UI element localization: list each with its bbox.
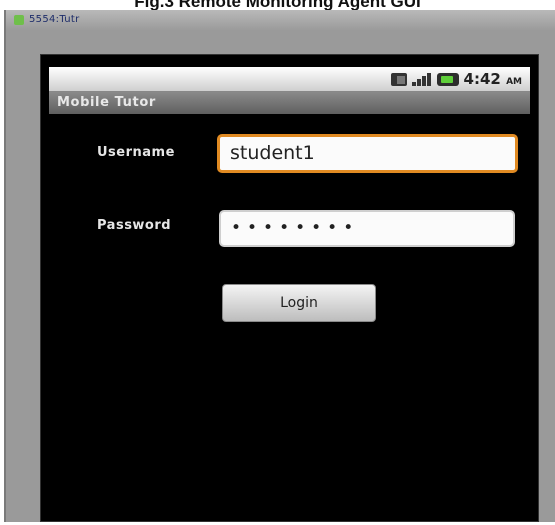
status-icons: 4:42 AM xyxy=(390,69,522,89)
app-title: Mobile Tutor xyxy=(57,95,156,110)
login-button[interactable]: Login xyxy=(222,284,376,322)
username-label: Username xyxy=(97,145,175,160)
username-value: student1 xyxy=(230,142,315,164)
password-label: Password xyxy=(97,218,172,233)
emulator-title: 5554:Tutr xyxy=(29,14,80,25)
emulator-window: 5554:Tutr 4:42 AM Mobile Tutor Username … xyxy=(4,10,555,522)
battery-icon xyxy=(436,72,459,86)
clock-ampm: AM xyxy=(506,77,522,87)
signal-icon xyxy=(411,72,432,86)
sd-card-icon xyxy=(390,72,407,86)
status-bar: 4:42 AM xyxy=(49,67,530,92)
app-title-bar: Mobile Tutor xyxy=(49,92,530,114)
username-input[interactable]: student1 xyxy=(217,134,518,173)
emulator-titlebar[interactable]: 5554:Tutr xyxy=(6,10,555,30)
clock-time: 4:42 xyxy=(463,70,501,88)
password-input[interactable]: •••••••• xyxy=(219,210,515,247)
status-clock: 4:42 AM xyxy=(464,70,522,88)
device-screen: 4:42 AM Mobile Tutor Username student1 P… xyxy=(40,54,539,522)
emulator-app-icon xyxy=(14,15,24,25)
password-value: •••••••• xyxy=(231,218,360,238)
